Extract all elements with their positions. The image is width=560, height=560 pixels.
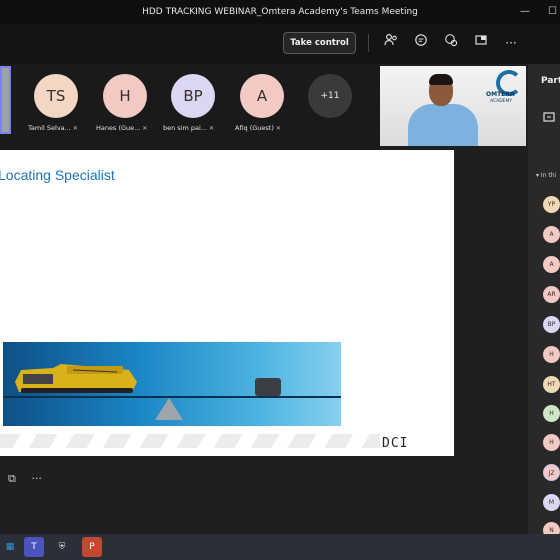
participant-initials: A	[256, 87, 268, 105]
minimize-icon[interactable]: —	[520, 0, 530, 24]
panel-participant-avatar[interactable]: A	[543, 256, 560, 273]
people-icon[interactable]	[381, 33, 401, 53]
panel-avatar-initials: N	[549, 527, 554, 534]
pop-out-icon[interactable]: ⧉	[8, 472, 16, 485]
panel-section-text: In thi	[540, 172, 557, 179]
more-options-icon[interactable]: ···	[31, 472, 42, 485]
reactions-icon[interactable]	[441, 33, 461, 53]
panel-participant-avatar[interactable]: H	[543, 405, 560, 422]
participant-initials: H	[119, 87, 131, 105]
panel-participant-avatar[interactable]: AR	[543, 286, 560, 303]
participant-initials: BP	[183, 87, 203, 105]
take-control-button[interactable]: Take control	[283, 32, 356, 54]
fulcrum-shape	[155, 398, 183, 420]
participant-avatar[interactable]: BP	[171, 74, 215, 118]
panel-participant-avatar[interactable]: H	[543, 434, 560, 451]
slide-banner-image	[3, 342, 341, 426]
slide-title: Locating Specialist	[0, 167, 115, 183]
panel-participant-avatar[interactable]: JZ	[543, 464, 560, 481]
teams-meeting-window: HDD TRACKING WEBINAR_Omtera Academy's Te…	[0, 0, 560, 560]
mic-muted-icon: ✕	[142, 125, 148, 132]
share-invite-icon[interactable]	[542, 110, 560, 128]
mic-muted-icon: ✕	[72, 125, 78, 132]
share-screen-icon[interactable]	[471, 33, 491, 53]
participant-name-text: Tamil Selva...	[28, 124, 71, 132]
participant-name: Tamil Selva... ✕	[28, 124, 78, 134]
panel-participant-avatar[interactable]: A	[543, 226, 560, 243]
panel-participant-avatar[interactable]: BP	[543, 316, 560, 333]
panel-title: Part	[541, 76, 560, 86]
participant-name-text: Afiq (Guest)	[235, 124, 274, 132]
panel-avatar-initials: BP	[547, 321, 556, 328]
content-controls: ⧉ ···	[8, 472, 42, 486]
participant-name: Afiq (Guest) ✕	[235, 124, 281, 134]
more-participants-button[interactable]: +11	[308, 74, 352, 118]
participant-name-text: ben sim pai...	[163, 124, 208, 132]
panel-participant-avatar[interactable]: HT	[543, 376, 560, 393]
slide-footer-stripe	[0, 434, 380, 448]
participant-avatar[interactable]: A	[240, 74, 284, 118]
presenter-body	[408, 104, 478, 146]
shared-slide[interactable]: Locating Specialist DCI	[0, 150, 454, 456]
more-participants-count: +11	[320, 91, 340, 101]
window-title: HDD TRACKING WEBINAR_Omtera Academy's Te…	[0, 0, 560, 24]
presenter-video[interactable]: OMTERA ACADEMY	[380, 66, 526, 146]
presenter-hair	[429, 74, 453, 85]
maximize-icon[interactable]: ☐	[548, 0, 557, 24]
panel-avatar-initials: M	[548, 499, 555, 506]
panel-participant-avatar[interactable]: M	[543, 494, 560, 511]
panel-participant-avatar[interactable]: YP	[543, 196, 560, 213]
mic-muted-icon: ✕	[275, 125, 281, 132]
mic-muted-icon: ✕	[209, 125, 215, 132]
powerpoint-app-icon[interactable]: P	[82, 537, 102, 557]
self-thumbnail[interactable]	[0, 66, 11, 134]
participant-name-text: Hanes (Gue...	[96, 124, 141, 132]
drill-rig-illustration	[15, 364, 137, 393]
panel-avatar-initials: A	[549, 231, 554, 238]
toolbar-divider	[368, 34, 369, 52]
panel-section-label[interactable]: ▾ In thi	[536, 172, 556, 179]
locator-device	[255, 378, 281, 396]
teams-app-icon[interactable]: T	[24, 537, 44, 557]
panel-participant-avatar[interactable]: H	[543, 346, 560, 363]
panel-avatar-initials: H	[549, 439, 554, 446]
participant-initials: TS	[46, 87, 66, 105]
panel-avatar-initials: H	[549, 410, 554, 417]
start-icon[interactable]: ▦	[0, 537, 20, 557]
chat-icon[interactable]	[411, 33, 431, 53]
participant-avatar[interactable]: H	[103, 74, 147, 118]
panel-avatar-initials: AR	[547, 291, 556, 298]
panel-avatar-initials: H	[549, 351, 554, 358]
panel-avatar-initials: A	[549, 261, 554, 268]
omtera-logo-text: OMTERA	[486, 91, 515, 98]
security-shield-icon[interactable]: ⛨	[52, 537, 72, 557]
panel-avatar-initials: JZ	[548, 470, 555, 477]
participant-name: ben sim pai... ✕	[163, 124, 214, 134]
omtera-logo-subtext: ACADEMY	[490, 99, 513, 104]
participant-name: Hanes (Gue... ✕	[96, 124, 147, 134]
participant-avatar[interactable]: TS	[34, 74, 78, 118]
dci-logo: DCI	[382, 436, 409, 451]
panel-avatar-initials: HT	[547, 381, 556, 388]
panel-avatar-initials: YP	[547, 201, 556, 208]
more-options-icon[interactable]: ···	[501, 33, 521, 53]
